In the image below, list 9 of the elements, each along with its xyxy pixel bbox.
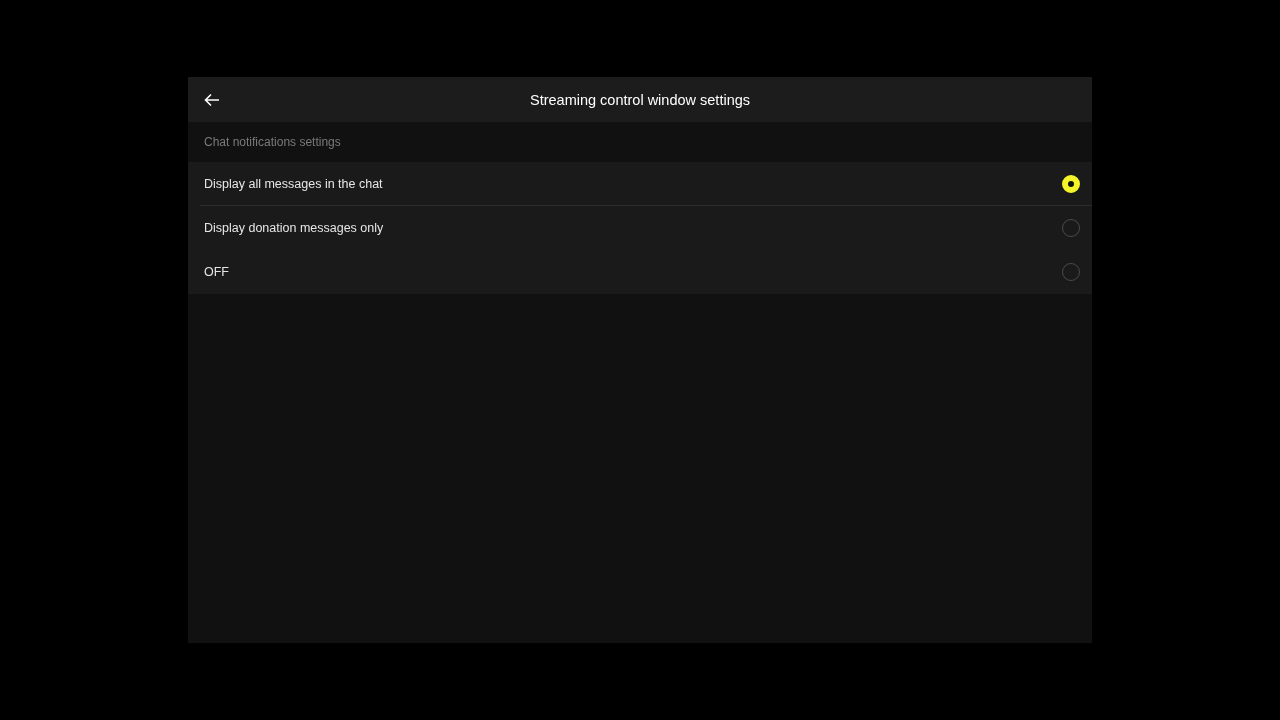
option-label: OFF — [204, 265, 229, 279]
window-title: Streaming control window settings — [530, 91, 750, 108]
section-label: Chat notifications settings — [204, 135, 341, 149]
option-row[interactable]: Display donation messages only — [188, 206, 1092, 250]
option-label: Display donation messages only — [204, 221, 384, 235]
option-label: Display all messages in the chat — [204, 176, 383, 191]
option-row[interactable]: OFF — [188, 250, 1092, 294]
back-arrow-icon — [204, 92, 220, 107]
option-row[interactable]: Display all messages in the chat — [200, 162, 1092, 206]
